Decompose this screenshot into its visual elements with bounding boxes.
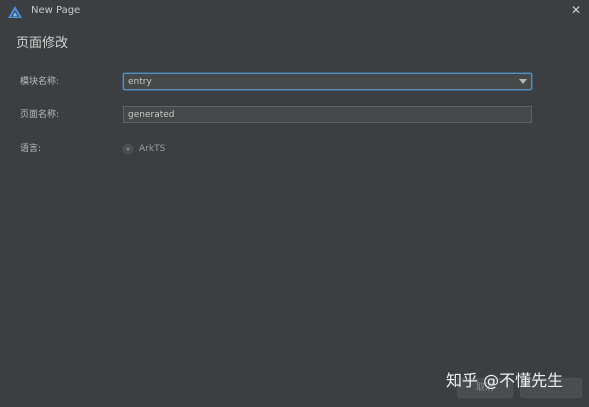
radio-dot	[126, 147, 130, 151]
language-radio-arkts[interactable]	[123, 144, 133, 154]
page-title: 页面修改	[16, 36, 69, 51]
page-name-label: 页面名称:	[20, 110, 60, 120]
language-label: 语言:	[20, 144, 42, 154]
window-title: New Page	[31, 5, 81, 16]
page-name-input[interactable]	[123, 106, 532, 123]
module-name-label: 模块名称:	[20, 77, 60, 87]
chevron-down-icon[interactable]	[519, 79, 527, 84]
module-name-select[interactable]: entry	[123, 73, 532, 90]
language-option-label: ArkTS	[139, 144, 166, 154]
close-icon[interactable]: ✕	[569, 3, 583, 17]
watermark: 知乎 @不懂先生	[446, 371, 564, 390]
module-name-value: entry	[128, 77, 152, 87]
new-page-dialog: New Page ✕ 页面修改 模块名称: entry 页面名称: 语言: Ar…	[0, 0, 589, 407]
app-logo-icon	[8, 4, 22, 18]
title-bar: New Page ✕	[0, 0, 589, 22]
